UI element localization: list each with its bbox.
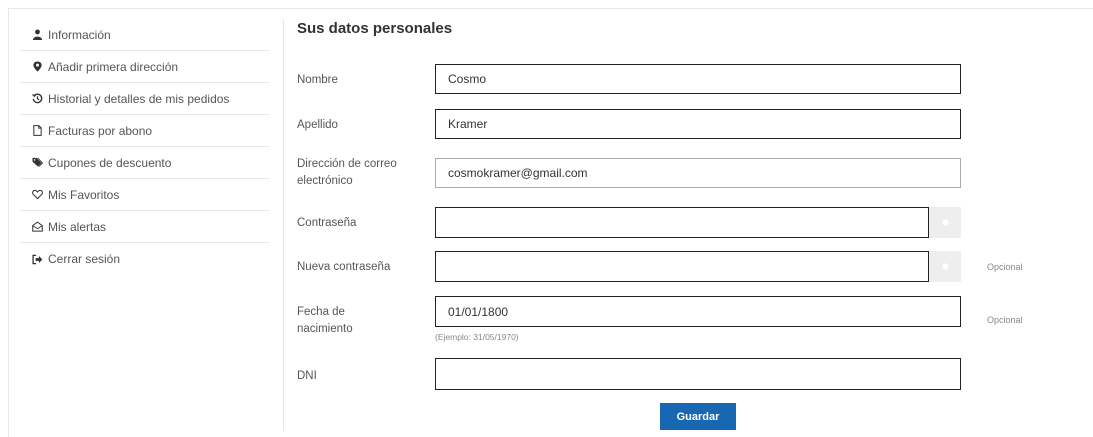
sidebar-item-facturas[interactable]: Facturas por abono bbox=[20, 115, 270, 147]
save-button[interactable]: Guardar bbox=[660, 403, 736, 430]
dni-field[interactable] bbox=[435, 358, 961, 390]
email-field[interactable] bbox=[435, 158, 961, 188]
password-label: Contraseña bbox=[297, 217, 357, 229]
history-icon bbox=[30, 92, 44, 106]
birthdate-label: Fecha de nacimiento bbox=[297, 306, 353, 335]
eye-icon bbox=[941, 215, 950, 230]
apellido-field[interactable] bbox=[435, 109, 961, 139]
dni-label: DNI bbox=[297, 370, 317, 382]
sign-out-icon bbox=[30, 252, 44, 266]
sidebar-item-cupones[interactable]: Cupones de descuento bbox=[20, 147, 270, 179]
birthdate-field[interactable] bbox=[435, 296, 961, 327]
show-password-button[interactable] bbox=[929, 207, 961, 238]
page-title: Sus datos personales bbox=[297, 20, 453, 37]
new-password-optional-note: Opcional bbox=[987, 262, 1023, 272]
birthdate-optional-note: Opcional bbox=[987, 315, 1023, 325]
sidebar-item-label: Cerrar sesión bbox=[48, 252, 121, 266]
heart-icon bbox=[30, 188, 44, 202]
email-label: Dirección de correo electrónico bbox=[297, 158, 397, 187]
sidebar-item-label: Añadir primera dirección bbox=[48, 59, 179, 74]
sidebar-item-label: Mis alertas bbox=[48, 219, 107, 234]
file-icon bbox=[30, 124, 44, 138]
sidebar-item-label: Facturas por abono bbox=[48, 123, 153, 138]
birthdate-hint: (Ejemplo: 31/05/1970) bbox=[435, 332, 519, 342]
sidebar-item-cerrar-sesion[interactable]: Cerrar sesión bbox=[20, 243, 270, 275]
new-password-field[interactable] bbox=[435, 251, 929, 282]
sidebar-item-label: Información bbox=[48, 27, 111, 42]
new-password-label: Nueva contraseña bbox=[297, 261, 391, 273]
sidebar-item-label: Mis Favoritos bbox=[48, 187, 120, 202]
envelope-icon bbox=[30, 220, 44, 234]
sidebar-item-label: Cupones de descuento bbox=[48, 155, 172, 170]
sidebar-item-anadir-direccion[interactable]: Añadir primera dirección bbox=[20, 51, 270, 83]
account-sidebar: Información Añadir primera dirección His… bbox=[20, 19, 270, 275]
password-field[interactable] bbox=[435, 207, 929, 238]
sidebar-item-label: Historial y detalles de mis pedidos bbox=[48, 91, 230, 106]
map-marker-icon bbox=[30, 60, 44, 74]
nombre-field[interactable] bbox=[435, 64, 961, 94]
show-new-password-button[interactable] bbox=[929, 251, 961, 282]
eye-icon bbox=[941, 259, 950, 274]
column-divider bbox=[283, 19, 284, 431]
apellido-label: Apellido bbox=[297, 119, 338, 131]
sidebar-item-historial[interactable]: Historial y detalles de mis pedidos bbox=[20, 83, 270, 115]
nombre-label: Nombre bbox=[297, 74, 338, 86]
sidebar-item-alertas[interactable]: Mis alertas bbox=[20, 211, 270, 243]
sidebar-item-favoritos[interactable]: Mis Favoritos bbox=[20, 179, 270, 211]
sidebar-item-informacion[interactable]: Información bbox=[20, 19, 270, 51]
tags-icon bbox=[30, 156, 44, 170]
user-icon bbox=[30, 28, 44, 42]
